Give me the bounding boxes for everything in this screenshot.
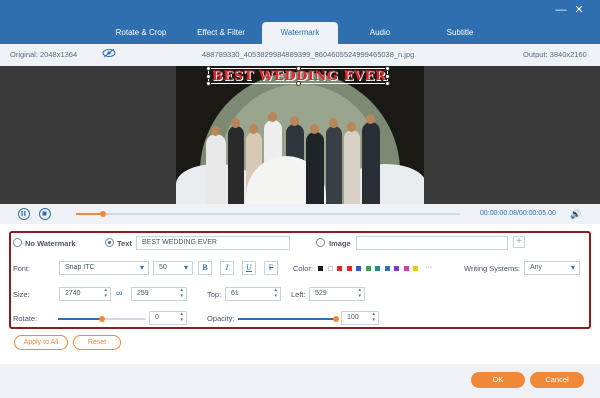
color-swatch[interactable]: [318, 266, 323, 271]
playback-progress-track[interactable]: [76, 211, 460, 217]
opacity-slider-thumb[interactable]: [333, 315, 339, 322]
writing-systems-select[interactable]: Any: [524, 261, 580, 275]
resize-handle-bottom-right[interactable]: [385, 81, 390, 86]
info-strip: Original: 2048x1364 488789330_4053829984…: [0, 44, 600, 66]
tab-effect-filter[interactable]: Effect & Filter: [186, 22, 256, 44]
font-family-select[interactable]: Snap ITC: [59, 261, 149, 275]
opacity-slider-fill: [238, 318, 336, 320]
watermark-text-input[interactable]: BEST WEDDING EVER: [136, 236, 290, 250]
original-resolution: Original: 2048x1364: [10, 50, 78, 59]
apply-to-all-button[interactable]: Apply to All: [14, 335, 68, 350]
preview-image: BEST WEDDING EVER: [176, 66, 424, 204]
left-label: Left:: [291, 290, 306, 299]
eye-slash-icon[interactable]: [102, 48, 116, 60]
color-swatch[interactable]: [403, 266, 409, 271]
text-watermark-radio[interactable]: [105, 238, 114, 247]
pause-button[interactable]: [18, 208, 30, 220]
color-swatch[interactable]: [375, 266, 380, 271]
color-swatch[interactable]: [327, 266, 333, 271]
italic-button[interactable]: I: [220, 261, 234, 275]
color-label: Color:: [293, 264, 314, 273]
color-swatch[interactable]: [346, 266, 352, 271]
size-position-row: Size: 2740 ∞ 259 Top: 61 Left: 529: [11, 286, 589, 304]
resize-handle-left[interactable]: [206, 74, 211, 79]
color-swatch[interactable]: [384, 266, 390, 271]
font-label: Font:: [13, 264, 31, 273]
rotate-slider[interactable]: [58, 315, 146, 322]
watermark-settings-panel: No Watermark Text BEST WEDDING EVER Imag…: [9, 231, 591, 329]
top-input[interactable]: 61: [225, 287, 281, 301]
watermark-image-input[interactable]: [356, 236, 508, 250]
tab-bar: — ✕ Rotate & Crop Effect & Filter Waterm…: [0, 0, 600, 44]
rotate-slider-fill: [58, 318, 102, 320]
output-resolution: Output: 3840x2160: [523, 50, 587, 59]
playback-bar: 00:00:00.08/00:00:05.00 🔊: [0, 204, 600, 224]
playback-time: 00:00:00.08/00:00:05.00: [480, 210, 556, 217]
writing-systems-label: Writing Systems:: [464, 264, 521, 273]
more-colors-icon[interactable]: ···: [425, 262, 433, 271]
resize-handle-top-left[interactable]: [206, 66, 211, 71]
size-label: Size:: [13, 290, 30, 299]
color-swatch[interactable]: [413, 266, 418, 271]
cancel-button[interactable]: Cancel: [530, 372, 584, 388]
width-input[interactable]: 2740: [59, 287, 111, 301]
resize-handle-bottom[interactable]: [296, 81, 301, 86]
playback-progress-thumb[interactable]: [99, 211, 106, 217]
link-icon[interactable]: ∞: [116, 288, 122, 298]
opacity-label: Opacity:: [207, 314, 235, 323]
tab-audio[interactable]: Audio: [350, 22, 410, 44]
add-image-icon[interactable]: +: [513, 236, 525, 248]
height-input[interactable]: 259: [131, 287, 187, 301]
resize-handle-top-right[interactable]: [385, 66, 390, 71]
tab-watermark[interactable]: Watermark: [262, 22, 338, 44]
no-watermark-radio[interactable]: [13, 238, 22, 247]
resize-handle-bottom-left[interactable]: [206, 81, 211, 86]
text-watermark-label: Text: [117, 239, 132, 248]
file-name: 488789330_4053829984889399_8604605524999…: [202, 50, 415, 59]
rotate-label: Rotate:: [13, 314, 38, 323]
watermark-type-row: No Watermark Text BEST WEDDING EVER Imag…: [11, 235, 589, 253]
color-swatch[interactable]: [365, 266, 371, 271]
strikethrough-button[interactable]: F: [264, 261, 278, 275]
opacity-input[interactable]: 100: [341, 311, 379, 325]
minimize-icon[interactable]: —: [555, 4, 567, 16]
left-input[interactable]: 529: [309, 287, 365, 301]
stop-button[interactable]: [39, 208, 51, 220]
opacity-slider[interactable]: [238, 315, 339, 322]
bold-button[interactable]: B: [198, 261, 212, 275]
underline-button[interactable]: U: [242, 261, 256, 275]
rotate-input[interactable]: 0: [149, 311, 187, 325]
image-watermark-radio[interactable]: [316, 238, 325, 247]
volume-icon[interactable]: 🔊: [570, 209, 581, 220]
rotate-opacity-row: Rotate: 0 Opacity: 100: [11, 310, 589, 328]
no-watermark-label: No Watermark: [25, 239, 76, 248]
close-icon[interactable]: ✕: [573, 4, 585, 16]
top-label: Top:: [207, 290, 222, 299]
playback-progress-fill: [76, 213, 103, 215]
image-watermark-label: Image: [329, 239, 351, 248]
resize-handle-top[interactable]: [296, 66, 301, 71]
resize-handle-right[interactable]: [385, 74, 390, 79]
video-preview: BEST WEDDING EVER: [0, 66, 600, 204]
color-swatch[interactable]: [337, 266, 342, 271]
color-swatch[interactable]: [356, 266, 361, 271]
tab-subtitle[interactable]: Subtitle: [430, 22, 490, 44]
font-row: Font: Snap ITC 50 B I U F Color: ··· Wri…: [11, 260, 589, 278]
footer-bar: OK Cancel: [0, 364, 600, 398]
color-swatch[interactable]: [394, 266, 399, 271]
ok-button[interactable]: OK: [471, 372, 525, 388]
rotate-slider-thumb[interactable]: [99, 315, 105, 322]
tab-rotate-crop[interactable]: Rotate & Crop: [106, 22, 176, 44]
reset-button[interactable]: Reset: [73, 335, 121, 350]
font-size-select[interactable]: 50: [153, 261, 193, 275]
watermark-bounding-box[interactable]: BEST WEDDING EVER: [206, 66, 390, 86]
